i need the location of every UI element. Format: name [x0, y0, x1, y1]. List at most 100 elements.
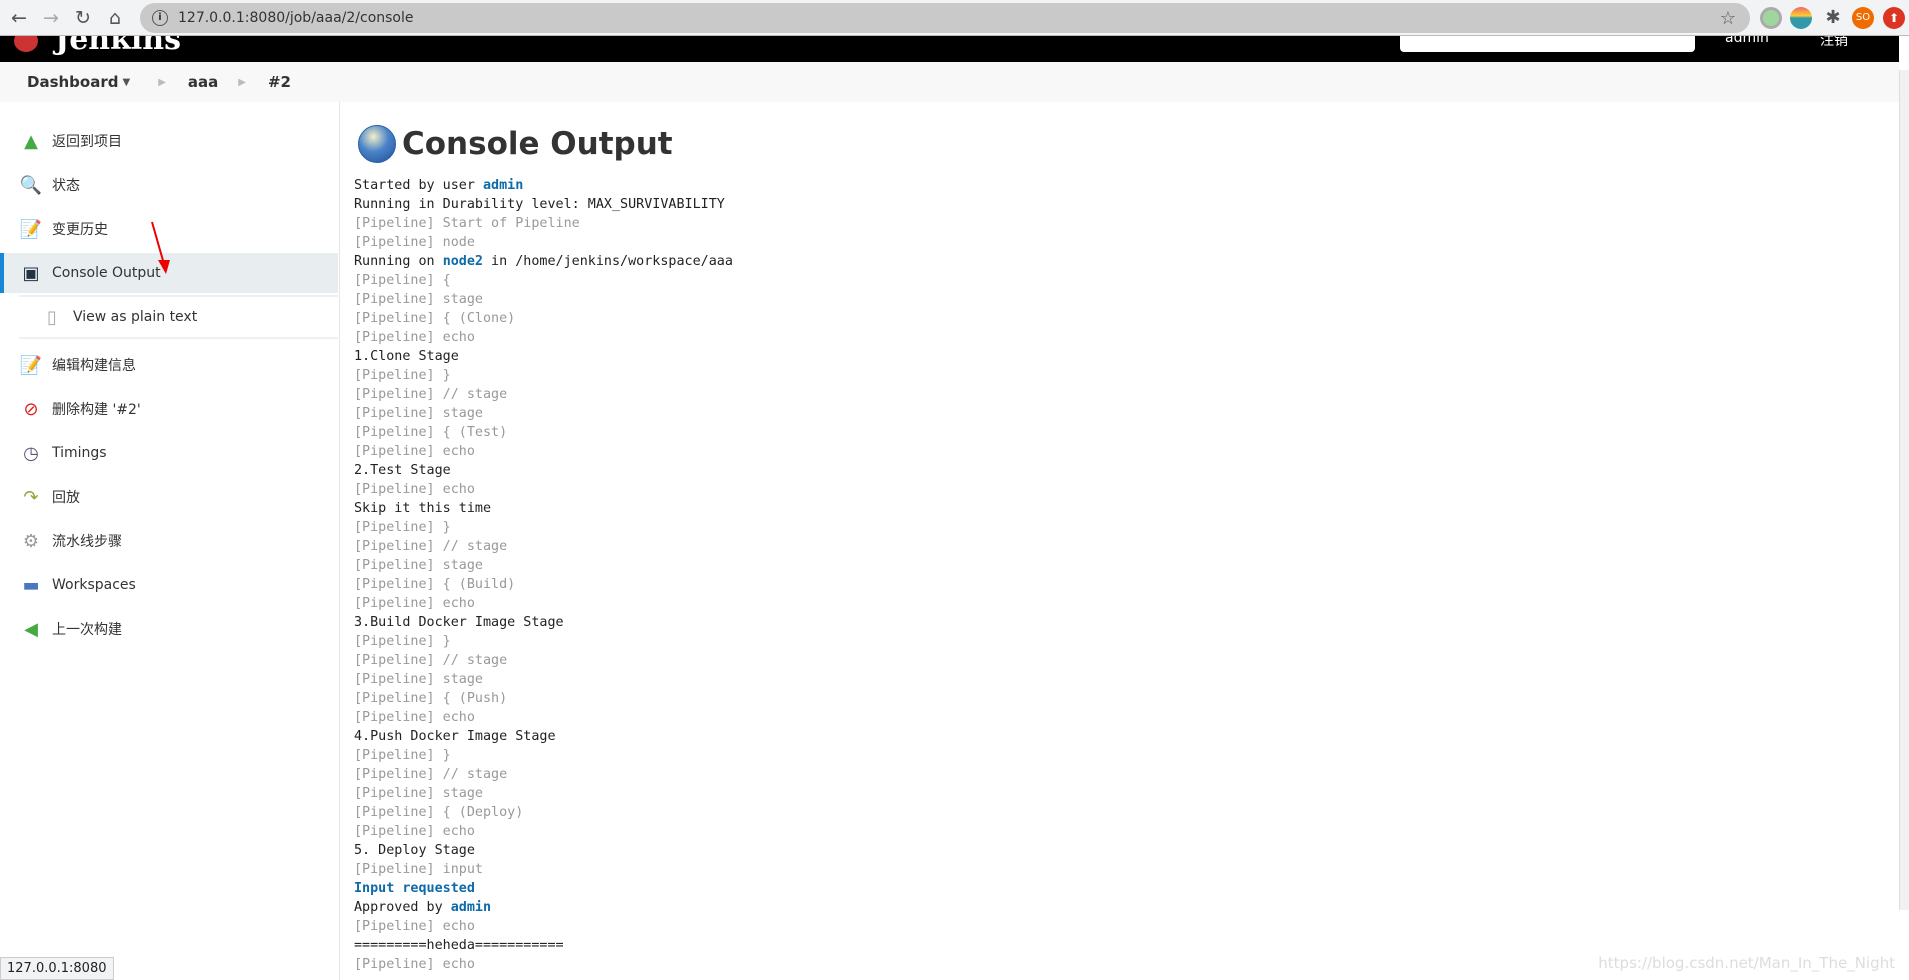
home-icon[interactable]: ⌂ [102, 7, 128, 29]
console-text: [Pipeline] echo [354, 824, 475, 839]
clock-icon: ◷ [23, 442, 39, 464]
sidebar-item-1[interactable]: ▲ 返回到项目 [0, 121, 338, 161]
console-text: =========heheda=========== [354, 938, 564, 953]
console-text: [Pipeline] { (Test) [354, 425, 508, 440]
console-line: [Pipeline] stage [354, 784, 733, 803]
extension-bowl-icon[interactable] [1790, 7, 1812, 29]
sidebar-item-11[interactable]: ▬ Workspaces [0, 565, 338, 605]
info-icon[interactable]: i [152, 10, 168, 26]
console-text: Running on [354, 254, 443, 269]
sidebar-item-label: 变更历史 [52, 222, 108, 238]
console-link[interactable]: admin [483, 178, 523, 193]
console-text: [Pipeline] echo [354, 596, 475, 611]
jenkins-logo[interactable]: Jenkins [55, 36, 181, 57]
console-line: [Pipeline] // stage [354, 651, 733, 670]
up-arrow-icon: ▲ [24, 130, 38, 152]
console-line: 2.Test Stage [354, 461, 733, 480]
profile-avatar[interactable]: SO [1852, 7, 1874, 29]
console-line: [Pipeline] input [354, 860, 733, 879]
breadcrumb-aaa[interactable]: aaa [188, 73, 218, 91]
page-title: Console Output [358, 125, 733, 163]
console-line: Input requested [354, 879, 733, 898]
sidebar-item-label: 编辑构建信息 [52, 358, 136, 374]
console-line: Running in Durability level: MAX_SURVIVA… [354, 195, 733, 214]
console-line: =========heheda=========== [354, 936, 733, 955]
console-text: [Pipeline] { (Push) [354, 691, 508, 706]
magnifier-icon: 🔍 [19, 174, 43, 196]
console-line: [Pipeline] stage [354, 670, 733, 689]
jenkins-logo-icon[interactable] [14, 36, 38, 52]
console-line: [Pipeline] stage [354, 556, 733, 575]
breadcrumb-separator: ▶ [158, 76, 166, 88]
annotation-arrow [151, 221, 170, 274]
sidebar-item-6[interactable]: 📝 编辑构建信息 [0, 345, 338, 385]
notepad-icon: 📝 [19, 218, 43, 240]
console-line: 4.Push Docker Image Stage [354, 727, 733, 746]
sidebar-item-12[interactable]: ◀ 上一次构建 [0, 609, 338, 649]
console-line: 5. Deploy Stage [354, 841, 733, 860]
notepad-icon: 📝 [19, 354, 43, 376]
folder-icon: ▬ [22, 574, 40, 596]
console-text: [Pipeline] stage [354, 406, 483, 421]
logout-link[interactable]: 注销 [1820, 36, 1848, 50]
console-text: Running in Durability level: MAX_SURVIVA… [354, 197, 725, 212]
breadcrumb-dashboard[interactable]: Dashboard [27, 73, 118, 91]
console-line: [Pipeline] // stage [354, 765, 733, 784]
console-line: [Pipeline] Start of Pipeline [354, 214, 733, 233]
console-text: Approved by [354, 900, 451, 915]
main-content: Console Output Started by user admin Runn… [354, 125, 733, 974]
sidebar-item-8[interactable]: ◷ Timings [0, 433, 338, 473]
scrollbar[interactable] [1899, 70, 1909, 910]
console-text: [Pipeline] echo [354, 957, 475, 972]
console-text: [Pipeline] stage [354, 292, 483, 307]
sidebar-item-label: Console Output [52, 265, 161, 281]
console-text: [Pipeline] // stage [354, 653, 508, 668]
sidebar-item-9[interactable]: ↷ 回放 [0, 477, 338, 517]
back-icon[interactable]: ← [6, 7, 32, 29]
page-title-text: Console Output [402, 126, 673, 162]
console-line: [Pipeline] { [354, 271, 733, 290]
console-line: [Pipeline] node [354, 233, 733, 252]
sidebar-item-label: Workspaces [52, 577, 136, 593]
console-link[interactable]: node2 [443, 254, 483, 269]
console-line: [Pipeline] echo [354, 955, 733, 974]
breadcrumb-separator: ▶ [238, 76, 246, 88]
console-text: [Pipeline] echo [354, 444, 475, 459]
console-text: [Pipeline] echo [354, 919, 475, 934]
console-text: 4.Push Docker Image Stage [354, 729, 556, 744]
console-text: [Pipeline] stage [354, 672, 483, 687]
star-icon[interactable]: ☆ [1720, 8, 1736, 29]
status-bar-url: 127.0.0.1:8080 [0, 957, 114, 980]
terminal-icon: ▣ [22, 262, 40, 284]
console-line: [Pipeline] } [354, 366, 733, 385]
search-input[interactable] [1400, 36, 1695, 52]
sidebar-item-10[interactable]: ⚙ 流水线步骤 [0, 521, 338, 561]
console-line: [Pipeline] echo [354, 480, 733, 499]
console-text: [Pipeline] stage [354, 786, 483, 801]
forward-icon[interactable]: → [38, 7, 64, 29]
reload-icon[interactable]: ↻ [70, 7, 96, 29]
extension-green-icon[interactable] [1760, 7, 1782, 29]
console-text: 3.Build Docker Image Stage [354, 615, 564, 630]
sidebar-item-5[interactable]: ▯ View as plain text [19, 295, 338, 339]
console-text: 1.Clone Stage [354, 349, 459, 364]
sidebar-item-label: Timings [52, 445, 107, 461]
console-text: Skip it this time [354, 501, 492, 516]
chevron-down-icon[interactable]: ▼ [122, 77, 130, 88]
user-link[interactable]: admin [1725, 36, 1769, 46]
puzzle-icon[interactable]: ✱ [1822, 7, 1844, 29]
sidebar-item-label: 返回到项目 [52, 134, 122, 150]
browser-toolbar: ← → ↻ ⌂ i 127.0.0.1:8080/job/aaa/2/conso… [0, 0, 1909, 36]
console-text: [Pipeline] { (Build) [354, 577, 516, 592]
console-line: Skip it this time [354, 499, 733, 518]
sidebar-item-7[interactable]: ⊘ 删除构建 '#2' [0, 389, 338, 429]
address-bar[interactable]: i 127.0.0.1:8080/job/aaa/2/console ☆ [140, 3, 1750, 33]
console-line: [Pipeline] { (Deploy) [354, 803, 733, 822]
breadcrumb-build[interactable]: #2 [268, 73, 291, 91]
console-line: Started by user admin [354, 176, 733, 195]
update-icon[interactable]: ⬆ [1883, 7, 1905, 29]
console-link[interactable]: admin [451, 900, 491, 915]
sidebar-item-2[interactable]: 🔍 状态 [0, 165, 338, 205]
watermark: https://blog.csdn.net/Man_In_The_Night [1598, 954, 1895, 972]
console-link[interactable]: Input requested [354, 881, 475, 896]
